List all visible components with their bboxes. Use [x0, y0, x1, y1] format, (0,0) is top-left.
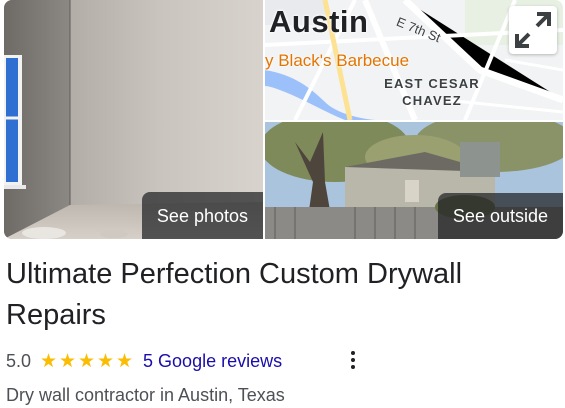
map-thumbnail[interactable]: Austin E 7th St y Black's Barbecue EAST … [265, 0, 563, 120]
map-poi-label: y Black's Barbecue [265, 51, 410, 70]
map-city-label: Austin [269, 4, 369, 39]
more-vert-icon-dot [351, 365, 355, 369]
google-reviews-link[interactable]: 5 Google reviews [143, 351, 282, 372]
expand-map-button[interactable] [509, 6, 557, 54]
map-area-label: EAST CESAR CHAVEZ [384, 76, 480, 108]
star-icon: ★ [40, 350, 58, 372]
more-vert-icon-dot [351, 351, 355, 355]
expand-icon [515, 12, 551, 48]
rating-value: 5.0 [6, 350, 32, 371]
more-vert-icon-dot [351, 358, 355, 362]
star-icon: ★ [116, 350, 134, 372]
star-icon: ★ [59, 350, 77, 372]
star-icon: ★ [78, 350, 96, 372]
interior-photo[interactable]: See photos [4, 0, 263, 239]
star-rating: ★ ★ ★ ★ ★ [39, 352, 134, 371]
see-outside-button[interactable]: See outside [437, 193, 563, 239]
star-icon: ★ [97, 350, 115, 372]
rating-row: 5.0 ★ ★ ★ ★ ★ 5 Google reviews [6, 349, 282, 373]
more-options-button[interactable] [343, 347, 363, 373]
business-category: Dry wall contractor in Austin, Texas [6, 385, 285, 405]
business-name: Ultimate Perfection Custom Drywall Repai… [6, 258, 463, 331]
see-photos-button[interactable]: See photos [141, 192, 263, 239]
outside-photo[interactable]: See outside [265, 122, 563, 239]
